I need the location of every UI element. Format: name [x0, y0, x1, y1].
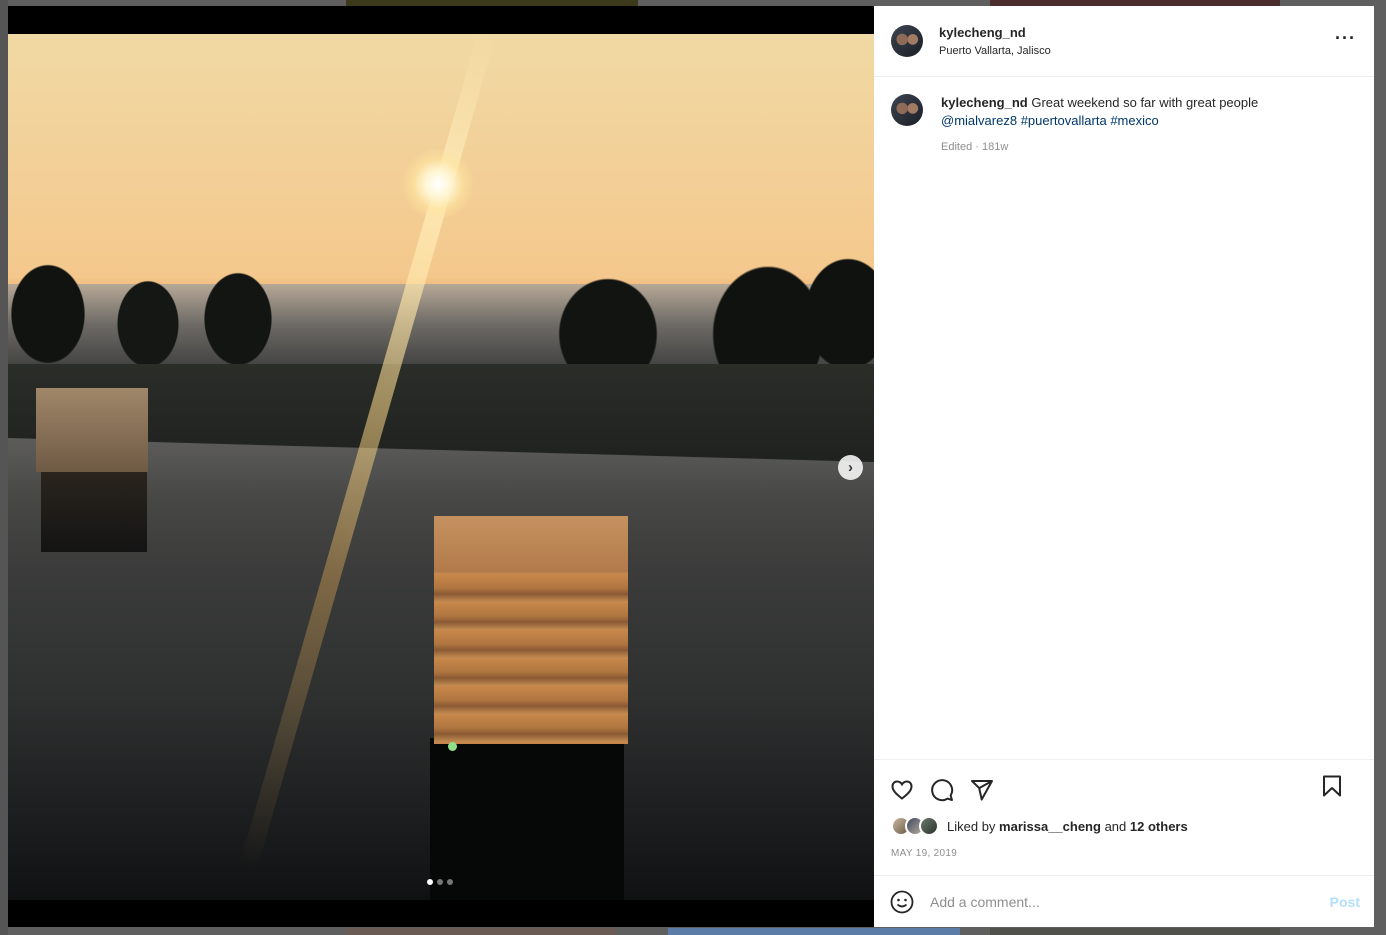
more-options-button[interactable]: ··· [1335, 28, 1356, 49]
heart-icon[interactable] [890, 778, 914, 802]
background-thumbnail [990, 928, 1280, 935]
username-link[interactable]: kylecheng_nd [939, 25, 1051, 40]
comments-area [874, 156, 1374, 759]
carousel-dot-active [427, 879, 433, 885]
hashtag-link[interactable]: #puertovallarta [1021, 113, 1107, 128]
carousel-dot [437, 879, 443, 885]
photo-pedestal-reflection [430, 738, 624, 900]
post-photo [8, 34, 874, 900]
likes-summary: Liked by marissa__cheng and 12 others [874, 806, 1374, 836]
post-date: MAY 19, 2019 [891, 848, 958, 859]
post-comment-button[interactable]: Post [1330, 894, 1360, 910]
hashtag-link[interactable]: #mexico [1110, 113, 1158, 128]
background-feed-edge [0, 0, 8, 935]
photo-light-dot [448, 742, 457, 751]
post-caption: kylecheng_nd Great weekend so far with g… [874, 77, 1374, 156]
background-thumbnail [346, 928, 616, 935]
caption-username[interactable]: kylecheng_nd [941, 95, 1028, 110]
caption-body: kylecheng_nd Great weekend so far with g… [941, 94, 1258, 156]
share-icon[interactable] [970, 778, 994, 802]
comment-icon[interactable] [930, 778, 954, 802]
photo-pedestal-reflection [41, 472, 147, 552]
more-icon: ··· [1335, 28, 1356, 48]
liker-username-link[interactable]: marissa__cheng [999, 819, 1101, 834]
photo-sun [403, 149, 473, 219]
chevron-right-icon: › [848, 459, 853, 476]
carousel-dot [447, 879, 453, 885]
photo-pedestal-left [36, 388, 148, 472]
comment-input[interactable] [930, 893, 1330, 910]
action-bar [874, 760, 1374, 806]
location-link[interactable]: Puerto Vallarta, Jalisco [939, 45, 1051, 57]
caption-text: Great weekend so far with great people [1031, 95, 1259, 110]
post-header: kylecheng_nd Puerto Vallarta, Jalisco ··… [874, 6, 1374, 77]
liker-avatars [891, 816, 939, 836]
post-actions-area: Liked by marissa__cheng and 12 others MA… [874, 759, 1374, 927]
likes-prefix: Liked by [947, 818, 996, 834]
background-thumbnail [668, 928, 960, 935]
mention-link[interactable]: @mialvarez8 [941, 113, 1017, 128]
comment-bar: Post [874, 875, 1374, 927]
avatar[interactable] [891, 94, 923, 126]
likes-conjunction: and [1104, 818, 1127, 834]
liker-avatar [919, 816, 939, 836]
avatar[interactable] [891, 25, 923, 57]
likes-others-link[interactable]: 12 others [1130, 819, 1188, 834]
carousel-indicator [427, 879, 453, 885]
photo-pedestal-top [434, 516, 628, 572]
post-media: › [8, 6, 874, 927]
post-sidebar: kylecheng_nd Puerto Vallarta, Jalisco ··… [874, 6, 1374, 927]
bookmark-icon[interactable] [1320, 774, 1344, 798]
post-header-text: kylecheng_nd Puerto Vallarta, Jalisco [939, 25, 1051, 57]
caption-meta: Edited · 181w [941, 141, 1009, 153]
post-modal: › kylecheng_nd Puerto Vallarta, Jalisco … [8, 6, 1374, 927]
carousel-next-button[interactable]: › [838, 455, 863, 480]
emoji-icon[interactable] [890, 890, 914, 914]
